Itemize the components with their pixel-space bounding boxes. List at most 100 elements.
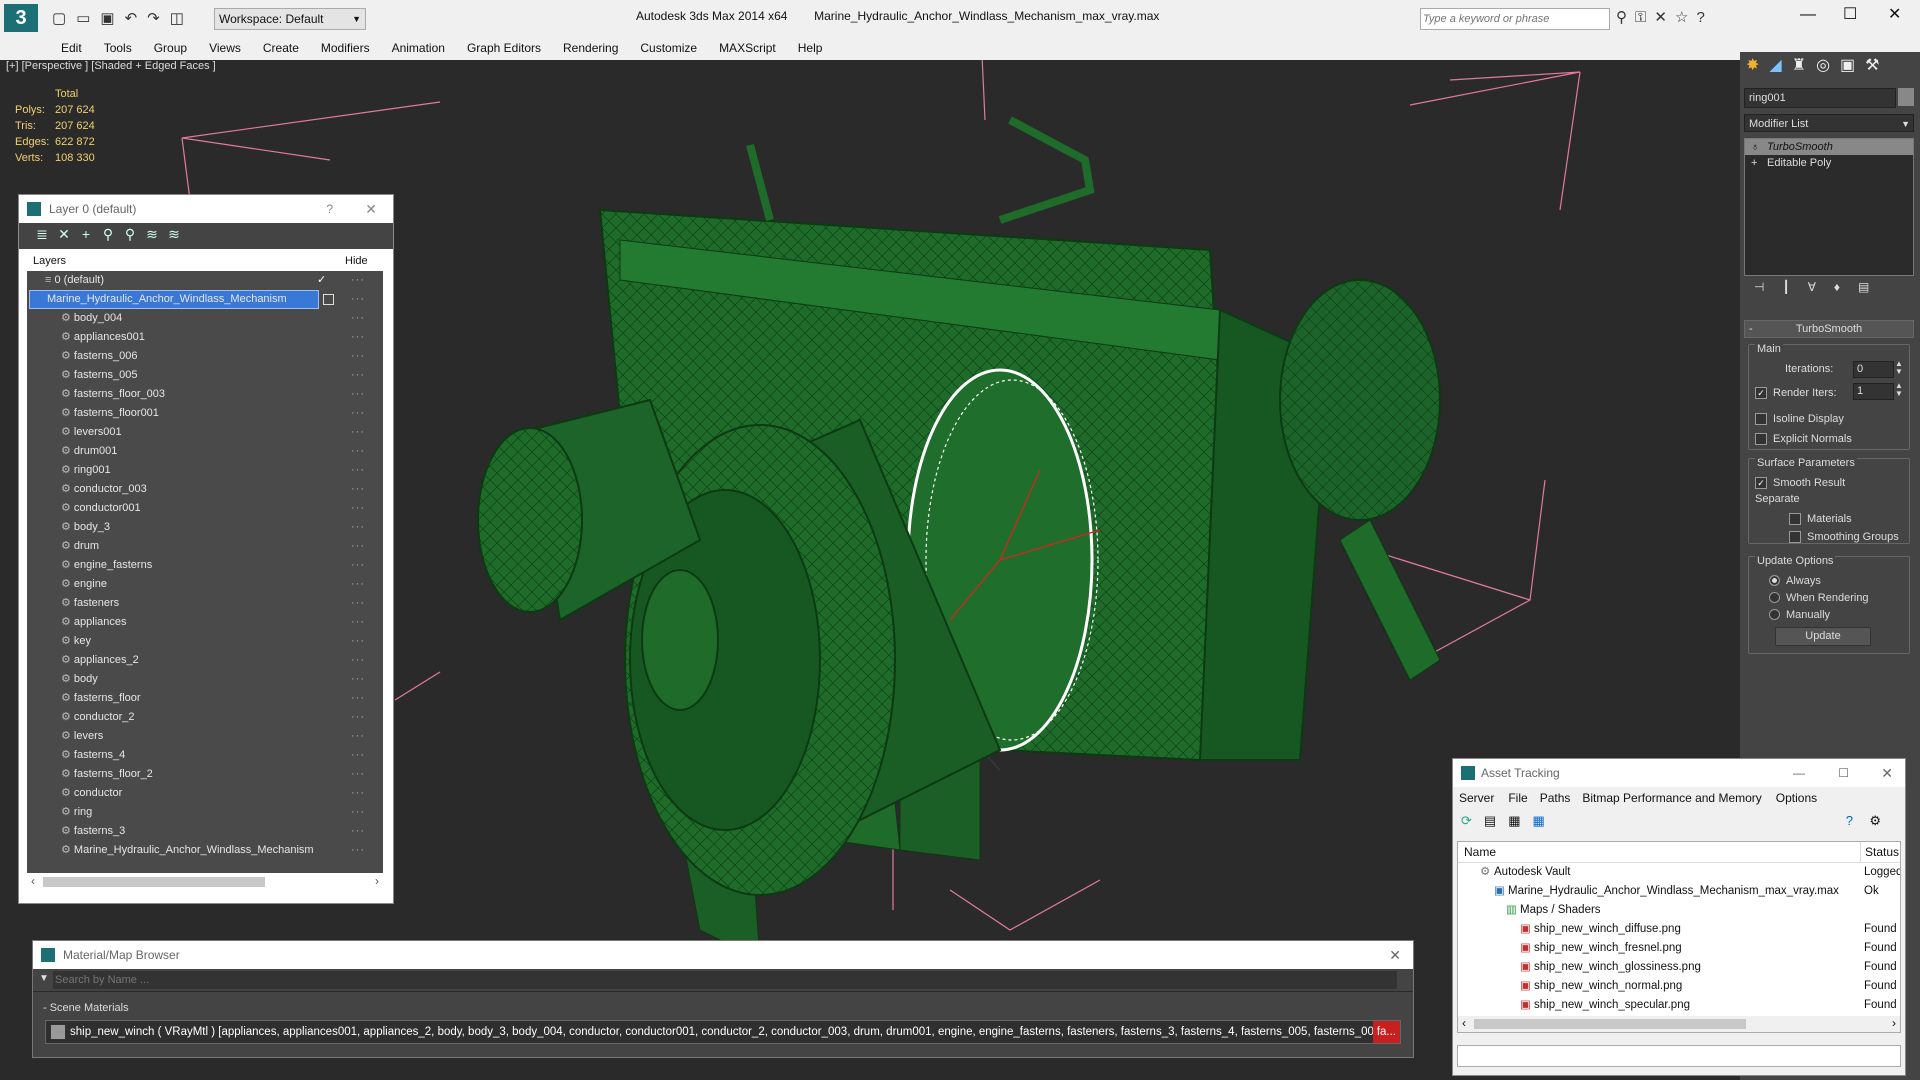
hide-toggle[interactable]: ··· [351,404,365,423]
layer-object-item[interactable]: ⚙ ring ··· [27,803,383,822]
make-unique-icon[interactable]: ∀ [1808,280,1834,294]
filter-icon[interactable]: ▼ [39,973,49,984]
minimize-icon[interactable]: — [1793,759,1805,787]
update-manually-radio[interactable] [1769,609,1780,621]
layer-object-item[interactable]: ⚙ key ··· [27,632,383,651]
hide-toggle[interactable]: ··· [351,784,365,803]
menu-animation[interactable]: Animation [381,36,456,60]
isoline-checkbox[interactable] [1755,412,1767,425]
hide-all-icon[interactable]: ≋ [141,223,163,245]
layer-object-item[interactable]: ⚙ fasterns_005 ··· [27,366,383,385]
hide-toggle[interactable]: ··· [351,328,365,347]
new-file-icon[interactable]: ▢ [52,10,76,27]
update-when-rendering-radio[interactable] [1769,592,1780,604]
material-browser-titlebar[interactable]: Material/Map Browser ✕ [33,941,1413,969]
hide-toggle[interactable]: ··· [351,575,365,594]
menu-edit[interactable]: Edit [50,36,93,60]
key-icon[interactable]: ⚿ [1635,9,1654,26]
asset-menu-paths[interactable]: Paths [1540,791,1571,805]
stack-item-editable-poly[interactable]: + Editable Poly [1745,155,1913,171]
update-always-radio[interactable] [1769,575,1780,587]
menu-group[interactable]: Group [143,36,198,60]
menu-graph-editors[interactable]: Graph Editors [456,36,552,60]
exchange-icon[interactable]: ✕ [1654,9,1675,26]
scroll-right-icon[interactable]: › [1892,1016,1896,1030]
minimize-button[interactable]: — [1800,6,1816,24]
redo-icon[interactable]: ↷ [147,10,170,27]
close-icon[interactable]: ✕ [365,195,377,223]
layer-object-item[interactable]: ⚙ appliances_2 ··· [27,651,383,670]
layer-object-item[interactable]: ⚙ appliances001 ··· [27,328,383,347]
hide-toggle[interactable]: ··· [351,708,365,727]
asset-menu-options[interactable]: Options [1776,791,1817,805]
maximize-button[interactable]: ☐ [1843,4,1857,24]
object-color-swatch[interactable] [1898,88,1914,106]
materials-checkbox[interactable] [1789,512,1801,525]
list-view-icon[interactable]: ▤ [1484,813,1508,828]
search-input[interactable] [1421,9,1605,29]
workspace-dropdown[interactable]: Workspace: Default ▼ [214,8,366,30]
vault-settings-icon[interactable]: ⚙ [1869,809,1893,833]
layer-object-item[interactable]: ⚙ engine ··· [27,575,383,594]
layer-default[interactable]: ≡ 0 (default) ✓ ··· [27,271,383,290]
hide-toggle[interactable]: ··· [351,765,365,784]
hide-toggle[interactable]: ··· [351,594,365,613]
open-file-icon[interactable]: ▭ [76,10,100,27]
object-name-field[interactable]: ring001 [1744,88,1896,108]
hide-toggle[interactable]: ··· [351,822,365,841]
thumbnail-view-icon[interactable]: ▦ [1508,813,1532,828]
scroll-left-icon[interactable]: ‹ [1462,1016,1466,1030]
layer-object-item[interactable]: ⚙ fasterns_006 ··· [27,347,383,366]
layer-panel-titlebar[interactable]: Layer 0 (default) ? ✕ [19,195,393,223]
asset-row[interactable]: ▣ ship_new_winch_glossiness.png Found [1458,958,1900,977]
search-box[interactable] [1420,8,1610,30]
hide-toggle[interactable]: ··· [351,537,365,556]
stack-item-turbosmooth[interactable]: ♁ TurboSmooth [1745,139,1913,155]
utilities-tab-icon[interactable]: ⚒ [1865,57,1889,74]
light-bulb-icon[interactable]: ♁ [1751,139,1759,155]
hide-toggle[interactable]: ··· [351,461,365,480]
asset-menu-server[interactable]: Server [1459,791,1494,805]
hide-toggle[interactable]: ··· [351,347,365,366]
layer-object-item[interactable]: ⚙ fasterns_4 ··· [27,746,383,765]
menu-views[interactable]: Views [198,36,252,60]
render-iters-spinner[interactable]: 1 [1853,383,1894,400]
favorites-star-icon[interactable]: ☆ [1675,9,1696,26]
help-icon[interactable]: ? [326,195,333,223]
hierarchy-tab-icon[interactable]: ♜ [1792,57,1816,74]
spinner-arrows-icon[interactable]: ▲ ▼ [1895,382,1903,398]
help-icon[interactable]: ? [1696,9,1712,26]
asset-row[interactable]: ▣ Marine_Hydraulic_Anchor_Windlass_Mechan… [1458,882,1900,901]
asset-tracking-titlebar[interactable]: Asset Tracking — ☐ ✕ [1453,759,1905,787]
iterations-spinner[interactable]: 0 [1853,361,1894,378]
layer-object-item[interactable]: ⚙ fasterns_floor ··· [27,689,383,708]
layer-object-item[interactable]: ⚙ levers ··· [27,727,383,746]
hide-toggle[interactable]: ··· [351,556,365,575]
scroll-right-icon[interactable]: › [375,874,379,888]
layer-object-item[interactable]: ⚙ fasteners ··· [27,594,383,613]
hide-toggle[interactable]: ··· [351,841,365,860]
asset-row[interactable]: ▣ ship_new_winch_diffuse.png Found [1458,920,1900,939]
menu-maxscript[interactable]: MAXScript [708,36,787,60]
layer-object-item[interactable]: ⚙ drum ··· [27,537,383,556]
menu-rendering[interactable]: Rendering [552,36,629,60]
app-logo[interactable]: 3 [4,4,38,32]
hide-toggle[interactable]: ··· [351,613,365,632]
highlight-layer-icon[interactable]: ⚲ [119,223,141,245]
material-search-input[interactable] [53,971,1397,989]
explicit-normals-checkbox[interactable] [1755,432,1767,445]
menu-customize[interactable]: Customize [629,36,708,60]
smooth-result-checkbox[interactable]: ✓ [1755,476,1767,489]
hide-toggle[interactable]: ··· [351,480,365,499]
delete-layer-icon[interactable]: ✕ [53,223,75,245]
layer-object-item[interactable]: ⚙ fasterns_3 ··· [27,822,383,841]
hide-toggle[interactable]: ··· [351,689,365,708]
hide-toggle[interactable]: ··· [351,309,365,328]
add-to-layer-icon[interactable]: + [75,223,97,245]
refresh-icon[interactable]: ⟳ [1461,813,1484,828]
asset-row[interactable]: ▣ ship_new_winch_normal.png Found [1458,977,1900,996]
save-icon[interactable]: ▣ [100,10,124,27]
hide-toggle[interactable]: ··· [351,499,365,518]
close-icon[interactable]: ✕ [1389,941,1401,969]
menu-help[interactable]: Help [787,36,834,60]
